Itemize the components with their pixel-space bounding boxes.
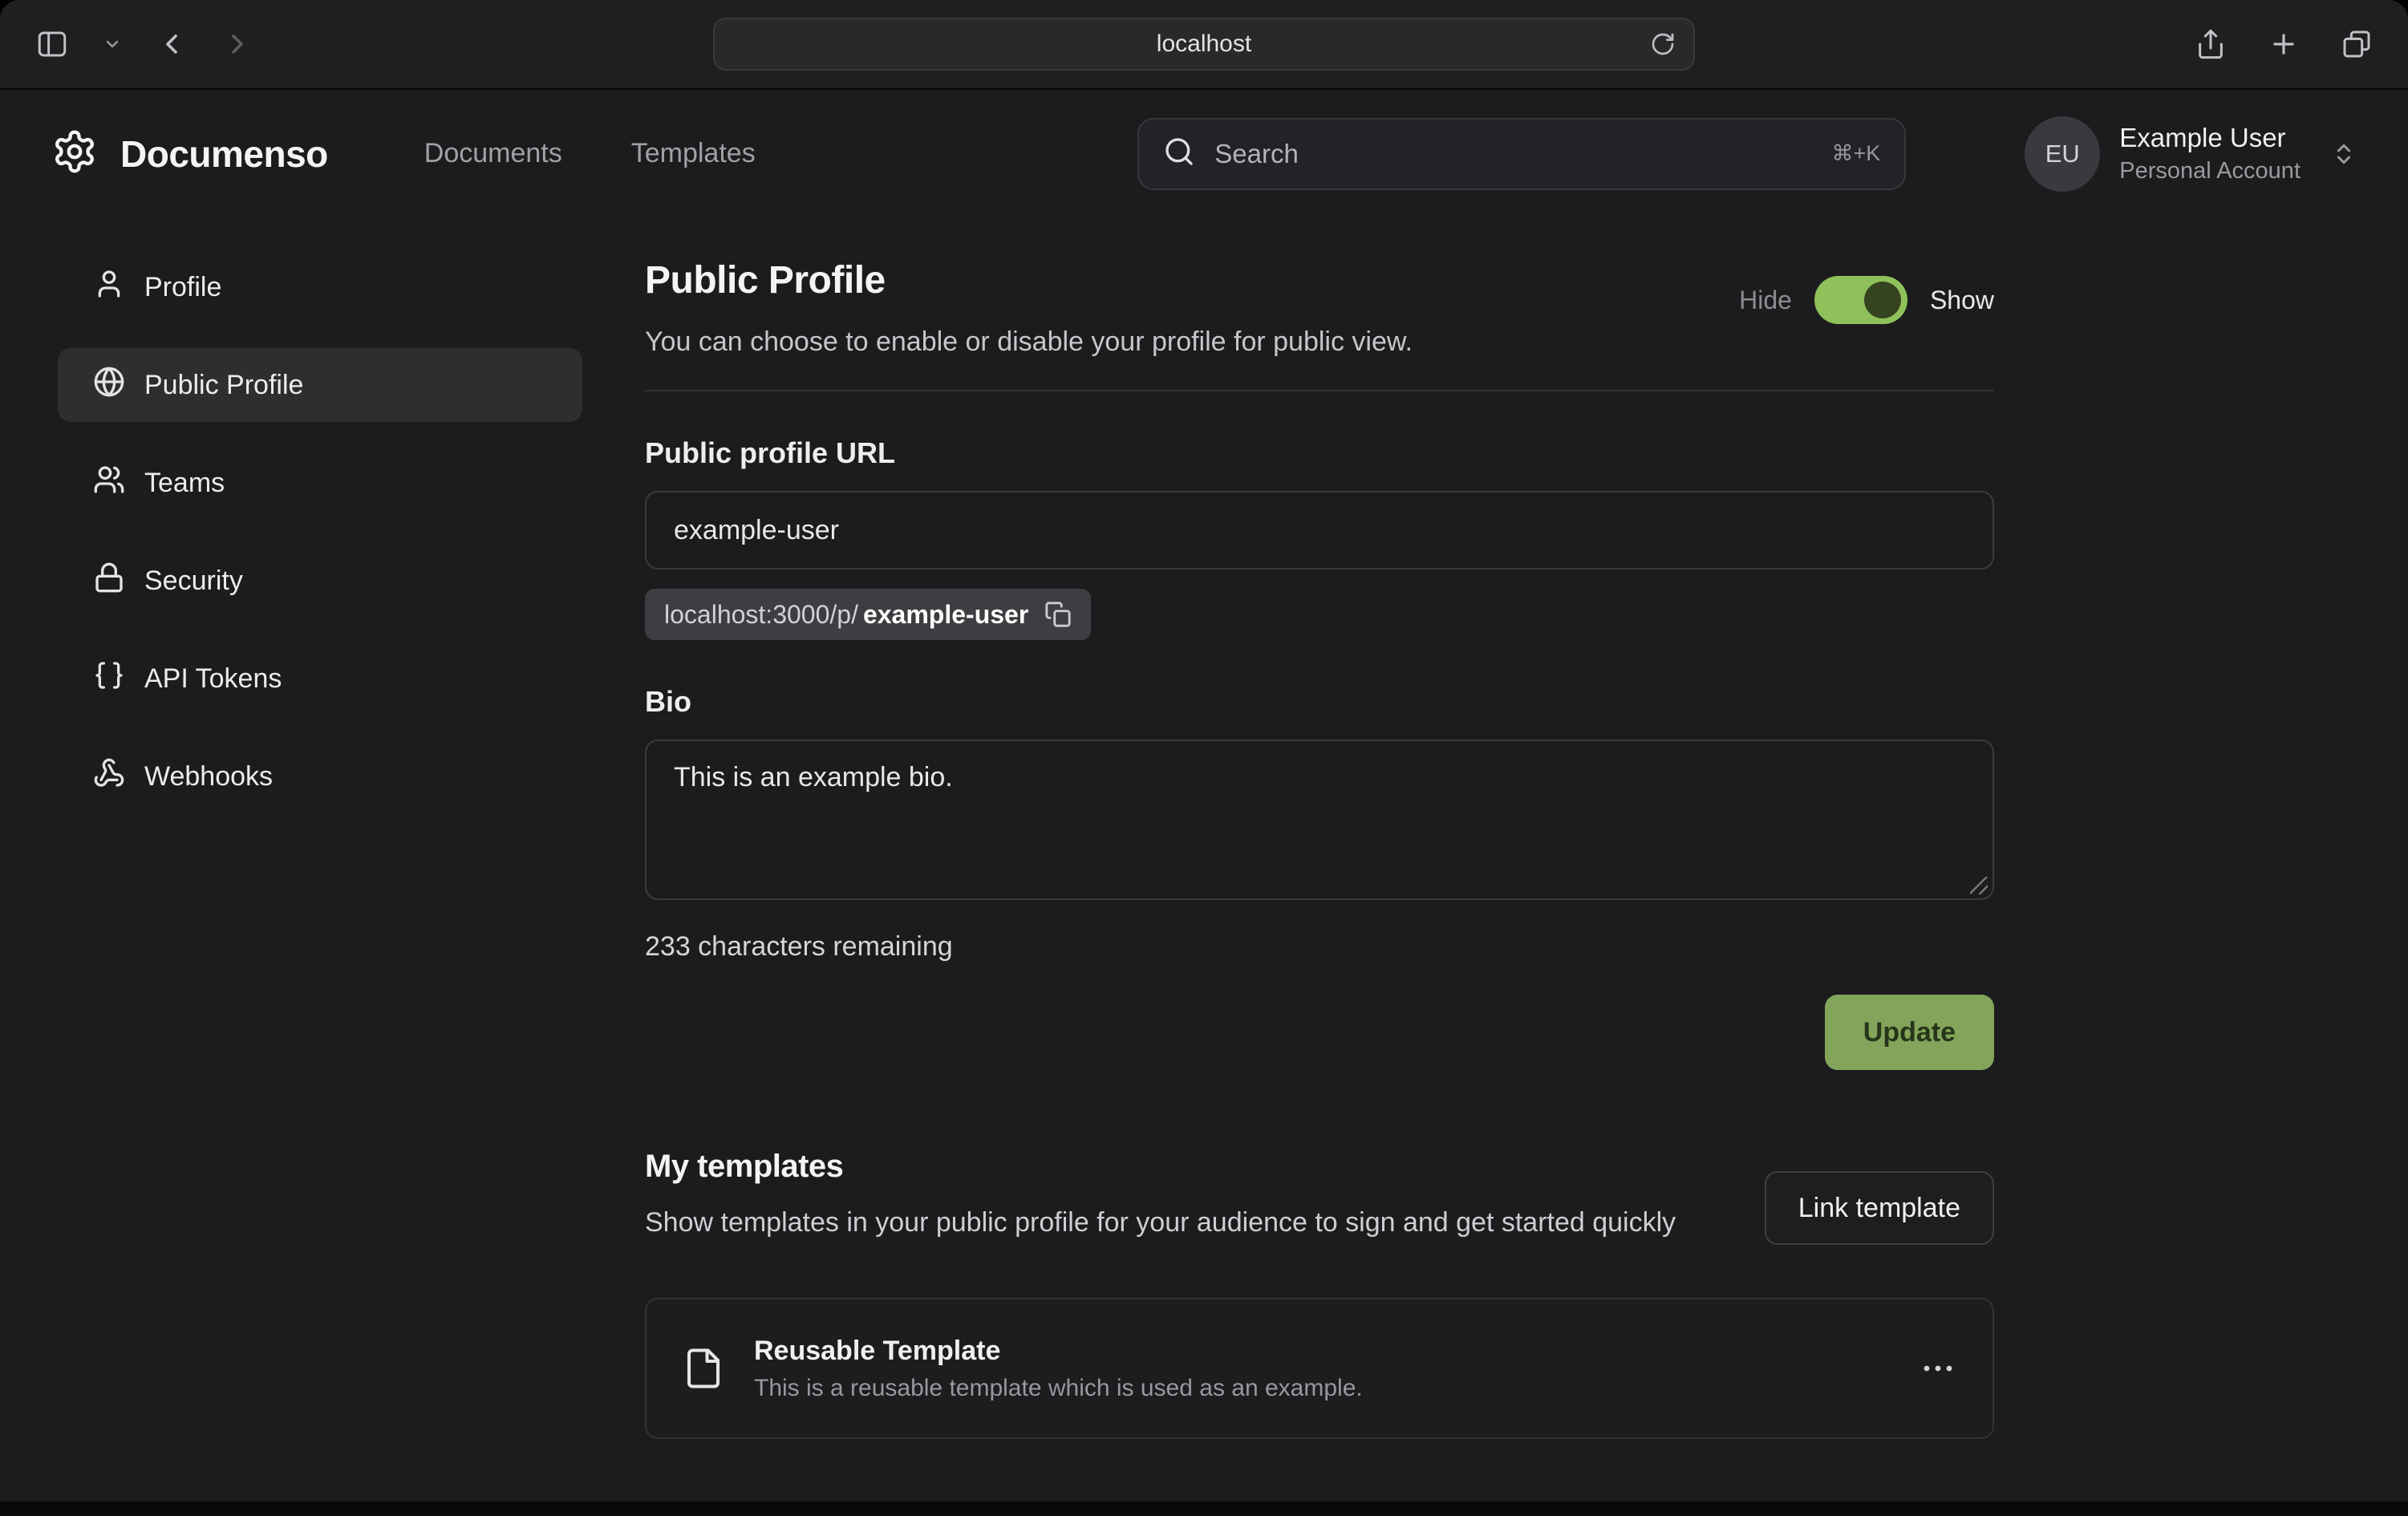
sidebar-item-profile[interactable]: Profile xyxy=(58,250,582,324)
sidebar-item-label: API Tokens xyxy=(144,663,282,695)
webhook-icon xyxy=(93,757,125,797)
account-menu[interactable]: EU Example User Personal Account xyxy=(2025,116,2357,192)
toggle-show-label: Show xyxy=(1930,286,1994,315)
address-bar[interactable]: localhost xyxy=(713,18,1695,71)
brand[interactable]: Documenso xyxy=(51,128,328,179)
sidebar-toggle-icon[interactable] xyxy=(35,27,69,61)
window-bottom-edge xyxy=(0,1502,2408,1516)
app-header: Documenso Documents Templates ⌘+K EU Exa… xyxy=(0,90,2408,218)
browser-toolbar: localhost xyxy=(0,0,2408,90)
chevrons-up-down-icon xyxy=(2331,141,2357,167)
bio-label: Bio xyxy=(645,685,1994,719)
sidebar-item-teams[interactable]: Teams xyxy=(58,446,582,520)
url-slug: example-user xyxy=(863,600,1028,630)
bio-textarea[interactable]: This is an example bio. xyxy=(645,740,1994,900)
gear-logo-icon xyxy=(51,128,98,179)
braces-icon xyxy=(93,659,125,699)
page-head-text: Public Profile You can choose to enable … xyxy=(645,258,1413,358)
bio-field-wrap: This is an example bio. xyxy=(645,740,1994,904)
url-prefix: localhost:3000/p/ xyxy=(664,600,858,630)
share-icon[interactable] xyxy=(2195,28,2227,60)
search-icon xyxy=(1163,136,1195,172)
lock-icon xyxy=(93,561,125,601)
new-tab-icon[interactable] xyxy=(2268,29,2299,59)
avatar: EU xyxy=(2025,116,2100,192)
sidebar-item-public-profile[interactable]: Public Profile xyxy=(58,348,582,422)
brand-name: Documenso xyxy=(120,132,328,176)
profile-visibility-toggle[interactable] xyxy=(1814,276,1907,324)
search-shortcut-hint: ⌘+K xyxy=(1832,141,1881,166)
address-url: localhost xyxy=(1157,30,1251,58)
templates-head-text: My templates Show templates in your publ… xyxy=(645,1147,1676,1240)
back-icon[interactable] xyxy=(156,28,188,60)
template-description: This is a reusable template which is use… xyxy=(754,1375,1363,1402)
account-type: Personal Account xyxy=(2119,158,2301,184)
characters-remaining: 233 characters remaining xyxy=(645,931,1994,963)
visibility-toggle-group: Hide Show xyxy=(1739,276,1994,324)
sidebar-item-api-tokens[interactable]: API Tokens xyxy=(58,642,582,715)
page-title: Public Profile xyxy=(645,258,1413,303)
tabs-overview-icon[interactable] xyxy=(2341,28,2373,60)
nav-documents[interactable]: Documents xyxy=(424,138,562,169)
global-search[interactable]: ⌘+K xyxy=(1137,118,1906,190)
templates-description: Show templates in your public profile fo… xyxy=(645,1205,1676,1240)
sidebar-item-label: Profile xyxy=(144,272,221,303)
sidebar-item-security[interactable]: Security xyxy=(58,544,582,618)
top-nav: Documents Templates xyxy=(424,138,756,169)
page-head: Public Profile You can choose to enable … xyxy=(645,258,1994,358)
account-text: Example User Personal Account xyxy=(2119,123,2301,184)
toggle-hide-label: Hide xyxy=(1739,286,1792,315)
resize-grip[interactable] xyxy=(1970,877,1988,894)
users-icon xyxy=(93,464,125,503)
globe-icon xyxy=(93,366,125,405)
forward-icon[interactable] xyxy=(221,28,253,60)
sidebar-item-label: Public Profile xyxy=(144,370,303,401)
toolbar-chevron-down-icon[interactable] xyxy=(103,34,122,54)
account-name: Example User xyxy=(2119,123,2301,153)
settings-sidebar: Profile Public Profile Teams Security AP… xyxy=(0,218,582,1502)
nav-templates[interactable]: Templates xyxy=(631,138,756,169)
update-button[interactable]: Update xyxy=(1825,995,1994,1070)
user-icon xyxy=(93,268,125,307)
template-card[interactable]: Reusable Template This is a reusable tem… xyxy=(645,1298,1994,1439)
sidebar-item-label: Webhooks xyxy=(144,761,273,792)
sidebar-item-webhooks[interactable]: Webhooks xyxy=(58,740,582,813)
page-body: Profile Public Profile Teams Security AP… xyxy=(0,218,2408,1502)
file-icon xyxy=(682,1347,725,1390)
profile-url-preview: localhost:3000/p/ example-user xyxy=(645,589,1091,640)
sidebar-item-label: Security xyxy=(144,565,243,597)
profile-url-label: Public profile URL xyxy=(645,436,1994,470)
copy-icon[interactable] xyxy=(1044,601,1072,628)
template-info: Reusable Template This is a reusable tem… xyxy=(754,1336,1363,1402)
templates-title: My templates xyxy=(645,1147,1676,1186)
link-template-button[interactable]: Link template xyxy=(1765,1171,1994,1245)
sidebar-item-label: Teams xyxy=(144,468,225,499)
toggle-knob xyxy=(1864,282,1901,318)
section-divider xyxy=(645,390,1994,391)
toolbar-left-group xyxy=(35,27,253,61)
page-subtitle: You can choose to enable or disable your… xyxy=(645,326,1413,358)
reload-icon[interactable] xyxy=(1650,31,1676,57)
template-name: Reusable Template xyxy=(754,1336,1363,1367)
update-row: Update xyxy=(645,995,1994,1070)
ellipsis-icon[interactable] xyxy=(1919,1349,1957,1388)
profile-url-input[interactable] xyxy=(645,491,1994,570)
toolbar-right-group xyxy=(2195,28,2373,60)
main-content: Public Profile You can choose to enable … xyxy=(582,218,2408,1502)
templates-head: My templates Show templates in your publ… xyxy=(645,1147,1994,1245)
browser-window: localhost Documenso Documents xyxy=(0,0,2408,1516)
search-input[interactable] xyxy=(1214,139,1812,169)
